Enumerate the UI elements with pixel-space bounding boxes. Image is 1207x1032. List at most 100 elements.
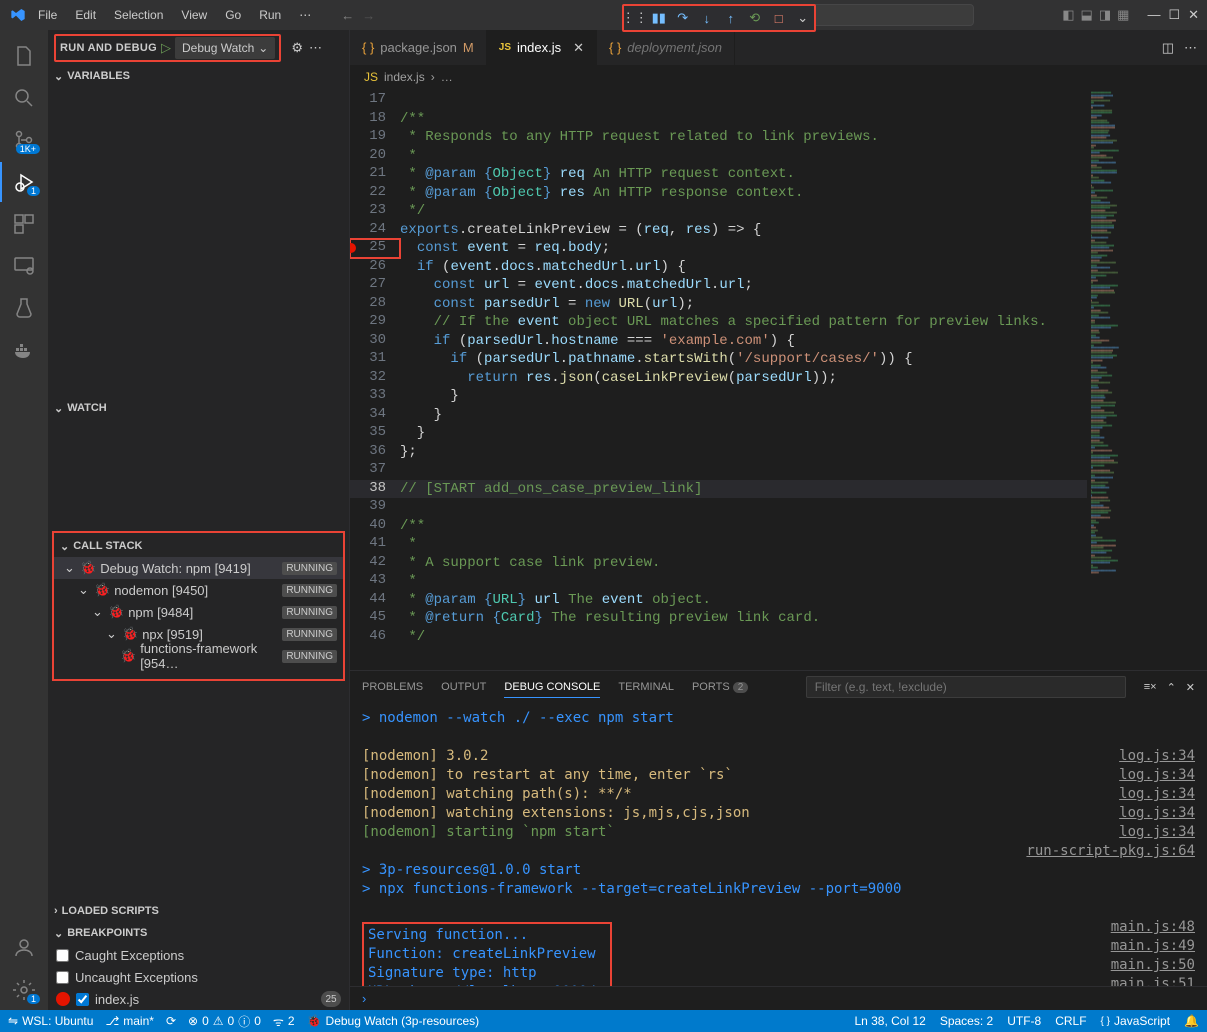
tab-more-icon[interactable]: ⋯ xyxy=(1184,40,1197,56)
status-cursor-pos[interactable]: Ln 38, Col 12 xyxy=(854,1014,925,1028)
status-branch[interactable]: ⎇ main* xyxy=(105,1014,154,1028)
status-problems[interactable]: ⊗0 ⚠0 ⓘ0 xyxy=(188,1013,261,1030)
activity-explorer-icon[interactable] xyxy=(0,36,48,76)
section-callstack[interactable]: ⌄ CALL STACK xyxy=(54,535,343,557)
editor-tab[interactable]: JSindex.js✕ xyxy=(487,30,597,65)
debug-console-input[interactable]: › xyxy=(350,986,1207,1010)
section-loaded-scripts[interactable]: › LOADED SCRIPTS xyxy=(48,900,349,922)
editor-tabs: { }package.json MJSindex.js✕{ }deploymen… xyxy=(350,30,1207,65)
branch-icon: ⎇ xyxy=(105,1014,119,1028)
callstack-row[interactable]: ⌄🐞 nodemon [9450]RUNNING xyxy=(54,579,343,601)
status-ports[interactable]: ᯤ 2 xyxy=(273,1013,295,1030)
status-eol[interactable]: CRLF xyxy=(1055,1014,1086,1028)
section-variables[interactable]: ⌄ VARIABLES xyxy=(48,65,349,87)
callstack-row[interactable]: ⌄🐞 Debug Watch: npm [9419]RUNNING xyxy=(54,557,343,579)
bp-uncaught-checkbox[interactable] xyxy=(56,971,69,984)
status-indent[interactable]: Spaces: 2 xyxy=(940,1014,993,1028)
layout-customize-icon[interactable]: ▦ xyxy=(1117,7,1129,23)
menu-selection[interactable]: Selection xyxy=(106,4,171,26)
info-icon: ⓘ xyxy=(238,1013,250,1030)
activity-settings-icon[interactable]: 1 xyxy=(0,970,48,1010)
panel-tab-debug-console[interactable]: DEBUG CONSOLE xyxy=(504,677,600,698)
debug-console-output[interactable]: > nodemon --watch ./ --exec npm start [n… xyxy=(350,703,1207,986)
status-encoding[interactable]: UTF-8 xyxy=(1007,1014,1041,1028)
menu-more[interactable]: ⋯ xyxy=(291,4,319,26)
window-close-icon[interactable]: ✕ xyxy=(1188,7,1199,23)
bottom-panel: PROBLEMS OUTPUT DEBUG CONSOLE TERMINAL P… xyxy=(350,670,1207,1010)
bp-uncaught-exceptions[interactable]: Uncaught Exceptions xyxy=(48,966,349,988)
editor-code[interactable]: /** * Responds to any HTTP request relat… xyxy=(400,89,1087,670)
layout-sidebar-left-icon[interactable]: ◧ xyxy=(1062,7,1074,23)
debug-settings-gear-icon[interactable]: ⚙ xyxy=(291,40,303,56)
callstack-status: RUNNING xyxy=(282,650,337,663)
window-maximize-icon[interactable]: ☐ xyxy=(1168,7,1180,23)
panel-close-icon[interactable]: ✕ xyxy=(1186,681,1195,694)
activity-scm-icon[interactable]: 1K+ xyxy=(0,120,48,160)
debug-step-out-icon[interactable]: ↑ xyxy=(722,9,740,27)
activity-docker-icon[interactable] xyxy=(0,330,48,370)
nav-back-icon[interactable]: ← xyxy=(341,8,354,23)
activity-testing-icon[interactable] xyxy=(0,288,48,328)
debug-stop-icon[interactable]: □ xyxy=(770,9,788,27)
window-minimize-icon[interactable]: — xyxy=(1147,7,1160,23)
status-language[interactable]: { } JavaScript xyxy=(1101,1014,1171,1028)
layout-sidebar-right-icon[interactable]: ◨ xyxy=(1099,7,1111,23)
chevron-right-icon: › xyxy=(54,905,58,917)
start-debug-icon[interactable]: ▷ xyxy=(161,40,171,56)
chevron-down-icon: ⌄ xyxy=(54,927,63,940)
editor-tab[interactable]: { }package.json M xyxy=(350,30,487,65)
debug-config-chevron-icon[interactable]: ⌄ xyxy=(794,9,812,27)
bug-icon: 🐞 xyxy=(122,626,138,642)
activity-remote-explorer-icon[interactable] xyxy=(0,246,48,286)
debug-step-into-icon[interactable]: ↓ xyxy=(698,9,716,27)
activity-extensions-icon[interactable] xyxy=(0,204,48,244)
callstack-row[interactable]: 🐞 functions-framework [954…RUNNING xyxy=(54,645,343,667)
debug-pause-icon[interactable]: ▮▮ xyxy=(650,9,668,27)
tab-close-icon[interactable]: ✕ xyxy=(573,40,584,56)
serving-function-box: Serving function...Function: createLinkP… xyxy=(362,922,612,986)
editor-tab[interactable]: { }deployment.json xyxy=(597,30,735,65)
activity-debug-icon[interactable]: 1 xyxy=(0,162,48,202)
menu-view[interactable]: View xyxy=(173,4,215,26)
remote-icon: ⇋ xyxy=(8,1014,18,1028)
debug-drag-handle-icon[interactable]: ⋮⋮ xyxy=(626,9,644,27)
activity-search-icon[interactable] xyxy=(0,78,48,118)
debug-sidebar: RUN AND DEBUG ▷ Debug Watch ⌄ ⚙ ⋯ ⌄ VARI… xyxy=(48,30,350,1010)
debug-more-icon[interactable]: ⋯ xyxy=(309,40,322,56)
editor-gutter[interactable]: 1718192021222324252627282930313233343536… xyxy=(350,89,400,670)
panel-tab-problems[interactable]: PROBLEMS xyxy=(362,677,423,697)
debug-restart-icon[interactable]: ⟲ xyxy=(746,9,764,27)
breadcrumb[interactable]: JS index.js › … xyxy=(350,65,1207,89)
panel-clear-icon[interactable]: ≡× xyxy=(1144,681,1157,694)
menu-run[interactable]: Run xyxy=(251,4,289,26)
nav-fwd-icon[interactable]: → xyxy=(362,8,375,23)
layout-panel-icon[interactable]: ⬓ xyxy=(1081,7,1093,23)
callstack-row[interactable]: ⌄🐞 npm [9484]RUNNING xyxy=(54,601,343,623)
section-breakpoints[interactable]: ⌄ BREAKPOINTS xyxy=(48,922,349,944)
debug-config-dropdown[interactable]: Debug Watch ⌄ xyxy=(175,37,275,59)
status-notifications-icon[interactable]: 🔔 xyxy=(1184,1014,1199,1028)
section-watch[interactable]: ⌄ WATCH xyxy=(48,397,349,419)
menu-go[interactable]: Go xyxy=(217,4,249,26)
panel-tab-ports[interactable]: PORTS 2 xyxy=(692,677,748,697)
panel-collapse-icon[interactable]: ⌃ xyxy=(1167,681,1176,694)
bp-caught-checkbox[interactable] xyxy=(56,949,69,962)
activity-account-icon[interactable] xyxy=(0,928,48,968)
menu-edit[interactable]: Edit xyxy=(67,4,104,26)
split-editor-icon[interactable]: ◫ xyxy=(1162,40,1174,56)
debug-step-over-icon[interactable]: ↷ xyxy=(674,9,692,27)
menu-file[interactable]: File xyxy=(30,4,65,26)
debug-console-filter[interactable] xyxy=(806,676,1126,698)
status-debug-target[interactable]: 🐞 Debug Watch (3p-resources) xyxy=(307,1014,480,1028)
bp-caught-exceptions[interactable]: Caught Exceptions xyxy=(48,944,349,966)
scm-badge: 1K+ xyxy=(16,144,40,154)
panel-tab-output[interactable]: OUTPUT xyxy=(441,677,486,697)
panel-tab-terminal[interactable]: TERMINAL xyxy=(618,677,674,697)
callstack-status: RUNNING xyxy=(282,584,337,597)
antenna-icon: ᯤ xyxy=(273,1013,284,1030)
status-remote[interactable]: ⇋ WSL: Ubuntu xyxy=(8,1014,93,1028)
bp-file-checkbox[interactable] xyxy=(76,993,89,1006)
status-sync[interactable]: ⟳ xyxy=(166,1014,176,1028)
bp-file-row[interactable]: index.js 25 xyxy=(48,988,349,1010)
minimap[interactable]: ████████████████████████████████████████… xyxy=(1087,89,1207,670)
